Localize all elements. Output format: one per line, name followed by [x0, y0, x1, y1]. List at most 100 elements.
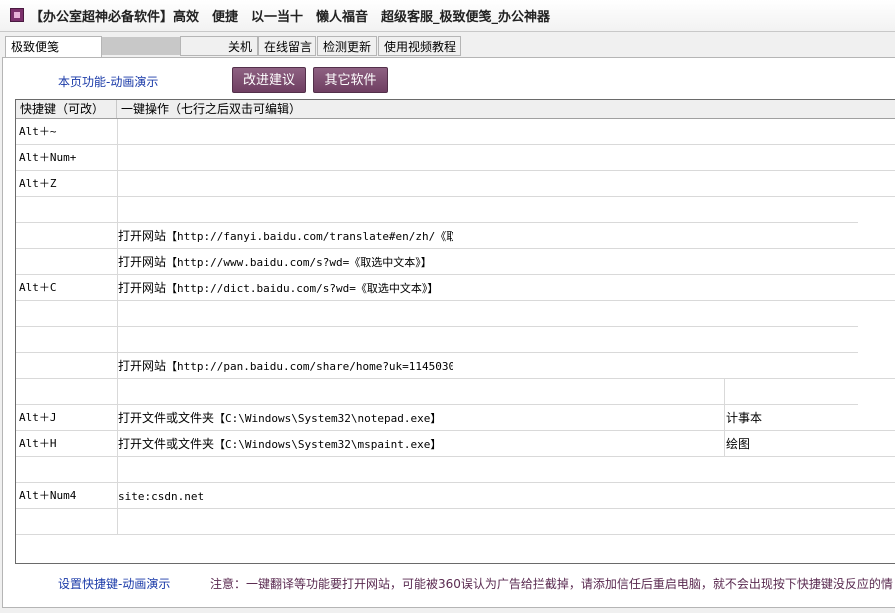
action-cell[interactable]: site:csdn.net	[118, 483, 453, 509]
table-row[interactable]: Alt＋J 打开文件或文件夹【C:\Windows\System32\notepa…	[16, 405, 895, 431]
note-cell[interactable]	[726, 275, 866, 301]
action-type: 打开文件或文件夹	[118, 411, 215, 425]
note-cell[interactable]	[726, 379, 866, 405]
setup-shortcut-demo-link[interactable]: 设置快捷键-动画演示	[58, 575, 170, 592]
shortcut-cell[interactable]	[18, 457, 117, 483]
action-cell[interactable]: 打开文件或文件夹【C:\Windows\System32\notepad.exe…	[118, 405, 453, 431]
shortcut-cell[interactable]: Alt＋Num4	[18, 483, 117, 509]
tab-online-message[interactable]: 在线留言	[258, 36, 316, 56]
column-divider	[724, 379, 725, 457]
shortcut-cell[interactable]	[18, 379, 117, 405]
action-cell[interactable]	[118, 171, 453, 197]
table-row[interactable]	[16, 379, 895, 405]
shortcut-cell[interactable]: Alt＋Num+	[18, 145, 117, 171]
tab-label: 关机	[227, 40, 252, 54]
tab-strip-spacer	[102, 37, 180, 55]
note-cell[interactable]	[726, 249, 866, 275]
table-row[interactable]	[16, 509, 895, 535]
suggest-button[interactable]: 改进建议	[232, 67, 306, 93]
action-cell[interactable]: 打开网站【http://pan.baidu.com/share/home?uk=…	[118, 353, 453, 379]
note-cell[interactable]: 计事本	[726, 405, 866, 431]
action-cell[interactable]: 打开文件或文件夹【C:\Windows\System32\mspaint.exe…	[118, 431, 453, 457]
column-header-shortcut[interactable]: 快捷键（可改）	[16, 100, 117, 118]
shortcut-cell[interactable]: Alt＋C	[18, 275, 117, 301]
action-type: 打开网站	[118, 281, 167, 295]
shortcut-cell[interactable]	[18, 509, 117, 535]
note-cell[interactable]	[726, 171, 866, 197]
note-cell[interactable]	[726, 145, 866, 171]
table-row[interactable]: 打开网站【http://pan.baidu.com/share/home?uk=…	[16, 353, 895, 379]
other-software-button[interactable]: 其它软件	[313, 67, 388, 93]
shortcut-cell[interactable]: Alt＋H	[18, 431, 117, 457]
tab-bar: 极致便笺 关机 在线留言 检测更新 使用视频教程	[0, 36, 895, 58]
action-cell[interactable]: 打开网站【http://fanyi.baidu.com/translate#en…	[118, 223, 453, 249]
tab-shutdown[interactable]: 关机	[180, 36, 258, 56]
action-cell[interactable]	[118, 197, 453, 223]
table-row[interactable]: Alt＋C 打开网站【http://dict.baidu.com/s?wd=《取选…	[16, 275, 895, 301]
app-logo-icon	[10, 8, 24, 22]
action-type: 打开文件或文件夹	[118, 437, 215, 451]
action-target: 【http://pan.baidu.com/share/home?uk=1145…	[166, 360, 453, 373]
table-row[interactable]	[16, 301, 895, 327]
shortcut-cell[interactable]	[18, 301, 117, 327]
tab-check-update[interactable]: 检测更新	[317, 36, 377, 56]
action-cell[interactable]	[118, 457, 453, 483]
action-target: 【C:\Windows\System32\notepad.exe】	[214, 412, 442, 425]
note-cell[interactable]	[726, 119, 866, 145]
shortcut-grid[interactable]: 快捷键（可改） 一键操作（七行之后双击可编辑） Alt＋~ Alt＋Num+ Alt…	[15, 99, 895, 564]
action-type: 打开网站	[118, 359, 167, 373]
shortcut-cell[interactable]	[18, 327, 117, 353]
action-target: 【http://dict.baidu.com/s?wd=《取选中文本》】	[166, 282, 439, 295]
note-cell[interactable]	[726, 197, 866, 223]
shortcut-cell[interactable]	[18, 249, 117, 275]
shortcut-cell[interactable]: Alt＋~	[18, 119, 117, 145]
action-target: 【C:\Windows\System32\mspaint.exe】	[214, 438, 442, 451]
tab-label: 使用视频教程	[384, 40, 457, 54]
action-target: 【http://www.baidu.com/s?wd=《取选中文本》】	[166, 256, 432, 269]
shortcut-cell[interactable]	[18, 353, 117, 379]
note-cell[interactable]	[726, 483, 866, 509]
note-cell[interactable]	[726, 301, 866, 327]
column-divider	[117, 119, 118, 535]
column-header-action[interactable]: 一键操作（七行之后双击可编辑）	[117, 100, 895, 118]
table-row[interactable]: 打开网站【http://www.baidu.com/s?wd=《取选中文本》】	[16, 249, 895, 275]
action-cell[interactable]	[118, 327, 453, 353]
table-row[interactable]: Alt＋Num+	[16, 145, 895, 171]
note-cell[interactable]: 绘图	[726, 431, 866, 457]
tab-notes[interactable]: 极致便笺	[5, 36, 102, 58]
table-row[interactable]	[16, 197, 895, 223]
grid-header: 快捷键（可改） 一键操作（七行之后双击可编辑）	[16, 100, 895, 119]
note-cell[interactable]	[726, 223, 866, 249]
action-target: 【http://fanyi.baidu.com/translate#en/zh/…	[166, 230, 453, 243]
table-row[interactable]: Alt＋H 打开文件或文件夹【C:\Windows\System32\mspain…	[16, 431, 895, 457]
action-cell[interactable]: 打开网站【http://dict.baidu.com/s?wd=《取选中文本》】	[118, 275, 453, 301]
shortcut-cell[interactable]: Alt＋J	[18, 405, 117, 431]
table-row[interactable]	[16, 457, 895, 483]
tab-label: 在线留言	[264, 40, 313, 54]
demo-link[interactable]: 本页功能-动画演示	[58, 73, 158, 90]
action-cell[interactable]	[118, 301, 453, 327]
table-row[interactable]: Alt＋Z	[16, 171, 895, 197]
notice-text: 注意：一键翻译等功能要打开网站，可能被360误认为广告给拦截掉，请添加信任后重启…	[210, 577, 893, 591]
action-cell[interactable]	[118, 379, 453, 405]
action-cell[interactable]	[118, 509, 453, 535]
table-row[interactable]	[16, 327, 895, 353]
action-cell[interactable]	[118, 145, 453, 171]
tab-video-tutorial[interactable]: 使用视频教程	[378, 36, 461, 56]
shortcut-cell[interactable]	[18, 223, 117, 249]
action-cell[interactable]: 打开网站【http://www.baidu.com/s?wd=《取选中文本》】	[118, 249, 453, 275]
shortcut-cell[interactable]: Alt＋Z	[18, 171, 117, 197]
table-row[interactable]: Alt＋Num4 site:csdn.net	[16, 483, 895, 509]
note-cell[interactable]	[726, 353, 866, 379]
action-cell[interactable]	[118, 119, 453, 145]
note-cell[interactable]	[726, 509, 866, 535]
note-cell[interactable]	[726, 457, 866, 483]
table-row[interactable]: Alt＋~	[16, 119, 895, 145]
action-type: 打开网站	[118, 229, 167, 243]
note-cell[interactable]	[726, 327, 866, 353]
shortcut-cell[interactable]	[18, 197, 117, 223]
tab-label: 极致便笺	[11, 40, 60, 54]
tab-label: 检测更新	[323, 40, 372, 54]
table-row[interactable]: 打开网站【http://fanyi.baidu.com/translate#en…	[16, 223, 895, 249]
title-bar: 【办公室超神必备软件】高效 便捷 以一当十 懒人福音 超级客服_极致便笺_办公神…	[0, 0, 895, 32]
